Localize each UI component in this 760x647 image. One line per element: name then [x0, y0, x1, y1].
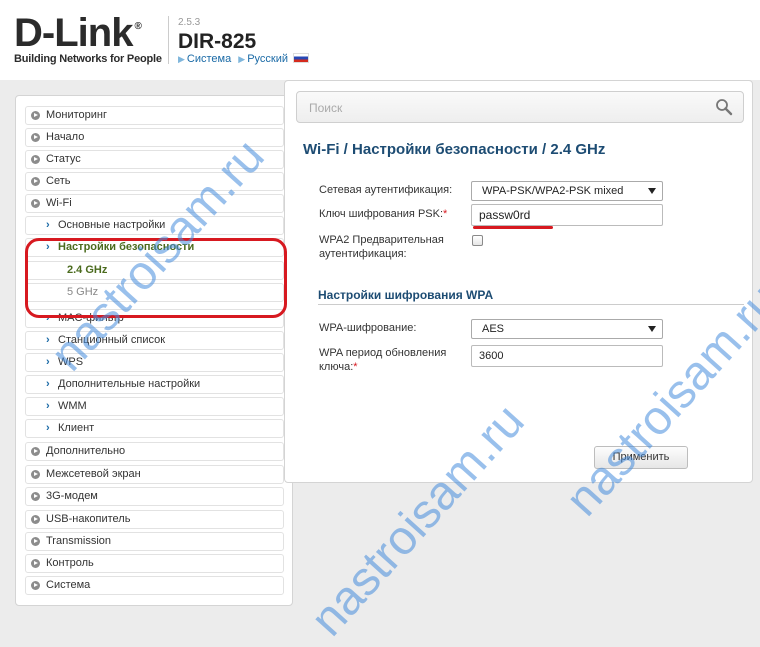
- sidebar-item-2-4ghz[interactable]: 2.4 GHz: [25, 261, 284, 280]
- language-link[interactable]: Русский: [247, 53, 288, 65]
- enc-label: WPA-шифрование:: [319, 322, 417, 334]
- search-box[interactable]: Поиск: [296, 91, 744, 123]
- sidebar-item-3g-modem[interactable]: 3G-модем: [25, 487, 284, 506]
- sidebar-item-5ghz[interactable]: 5 GHz: [25, 283, 284, 302]
- sidebar-item-usb-storage[interactable]: USB-накопитель: [25, 510, 284, 529]
- bullet-icon: [31, 155, 40, 164]
- device-model: DIR-825: [178, 30, 257, 53]
- preauth-checkbox[interactable]: [472, 235, 483, 246]
- system-link[interactable]: Система: [187, 53, 231, 65]
- brand-tagline: Building Networks for People: [14, 53, 162, 65]
- psk-input[interactable]: passw0rd: [471, 204, 663, 226]
- header: D-Link ® Building Networks for People 2.5…: [0, 0, 760, 80]
- sidebar-menu: Мониторинг Начало Статус Сеть Wi-Fi › Осн…: [15, 95, 293, 606]
- bullet-icon: [31, 470, 40, 479]
- header-divider: [168, 16, 169, 64]
- bullet-icon: [31, 177, 40, 186]
- bullet-icon: [31, 447, 40, 456]
- bullet-icon: [31, 537, 40, 546]
- registered-mark: ®: [134, 21, 141, 32]
- sidebar-item-monitoring[interactable]: Мониторинг: [25, 106, 284, 125]
- sidebar-item-mac-filter[interactable]: › MAC-фильтр: [25, 309, 284, 328]
- sidebar-item-system[interactable]: Система: [25, 576, 284, 595]
- period-label: WPA период обновления ключа:*: [319, 347, 447, 373]
- dropdown-arrow-icon: [648, 188, 656, 194]
- arrow-icon: ▶: [238, 54, 246, 64]
- bullet-icon: [31, 111, 40, 120]
- bullet-icon: [31, 199, 40, 208]
- bullet-icon: [31, 133, 40, 142]
- sidebar-item-status[interactable]: Статус: [25, 150, 284, 169]
- psk-label: Ключ шифрования PSK:*: [319, 208, 448, 220]
- sidebar-item-client[interactable]: › Клиент: [25, 419, 284, 438]
- sidebar-item-wps[interactable]: › WPS: [25, 353, 284, 372]
- bullet-icon: [31, 515, 40, 524]
- psk-red-underline: [473, 226, 553, 229]
- chevron-right-icon: ›: [46, 219, 50, 231]
- chevron-right-icon: ›: [46, 334, 50, 346]
- brand-name: D-Link: [14, 11, 133, 55]
- auth-select[interactable]: WPA-PSK/WPA2-PSK mixed: [471, 181, 663, 201]
- enc-select[interactable]: AES: [471, 319, 663, 339]
- sidebar-item-basic-settings[interactable]: › Основные настройки: [25, 216, 284, 235]
- page-title: Wi-Fi / Настройки безопасности / 2.4 GHz: [303, 141, 606, 158]
- section-divider: [318, 304, 744, 305]
- enc-value: AES: [482, 323, 505, 335]
- chevron-right-icon: ›: [46, 378, 50, 390]
- header-links: ▶ Система ▶ Русский: [178, 53, 310, 65]
- apply-button[interactable]: Применить: [594, 446, 688, 469]
- sidebar-item-advanced-settings[interactable]: › Дополнительные настройки: [25, 375, 284, 394]
- bullet-icon: [31, 559, 40, 568]
- sidebar-item-wifi[interactable]: Wi-Fi: [25, 194, 284, 213]
- sidebar-item-transmission[interactable]: Transmission: [25, 532, 284, 551]
- wpa-section-title: Настройки шифрования WPA: [318, 288, 494, 302]
- arrow-icon: ▶: [178, 54, 185, 64]
- dlink-logo[interactable]: D-Link ® Building Networks for People: [14, 11, 162, 65]
- sidebar-item-firewall[interactable]: Межсетевой экран: [25, 465, 284, 484]
- russian-flag-icon[interactable]: [293, 53, 310, 63]
- bullet-icon: [31, 581, 40, 590]
- sidebar-item-network[interactable]: Сеть: [25, 172, 284, 191]
- auth-label: Сетевая аутентификация:: [319, 184, 453, 196]
- preauth-label: WPA2 Предварительная аутентификация:: [319, 234, 444, 260]
- chevron-right-icon: ›: [46, 356, 50, 368]
- chevron-right-icon: ›: [46, 400, 50, 412]
- search-icon[interactable]: [715, 98, 733, 116]
- main-panel: Поиск Wi-Fi / Настройки безопасности / 2…: [284, 80, 753, 483]
- period-input[interactable]: 3600: [471, 345, 663, 367]
- firmware-version: 2.5.3: [178, 17, 201, 28]
- sidebar-item-control[interactable]: Контроль: [25, 554, 284, 573]
- chevron-right-icon: ›: [46, 312, 50, 324]
- chevron-right-icon: ›: [46, 241, 50, 253]
- sidebar-item-advanced[interactable]: Дополнительно: [25, 442, 284, 461]
- sidebar-item-station-list[interactable]: › Станционный список: [25, 331, 284, 350]
- chevron-right-icon: ›: [46, 422, 50, 434]
- bullet-icon: [31, 492, 40, 501]
- search-input[interactable]: Поиск: [309, 101, 342, 115]
- sidebar-item-start[interactable]: Начало: [25, 128, 284, 147]
- sidebar-item-wmm[interactable]: › WMM: [25, 397, 284, 416]
- sidebar-item-security-settings[interactable]: › Настройки безопасности: [25, 238, 284, 257]
- dropdown-arrow-icon: [648, 326, 656, 332]
- auth-value: WPA-PSK/WPA2-PSK mixed: [482, 185, 624, 197]
